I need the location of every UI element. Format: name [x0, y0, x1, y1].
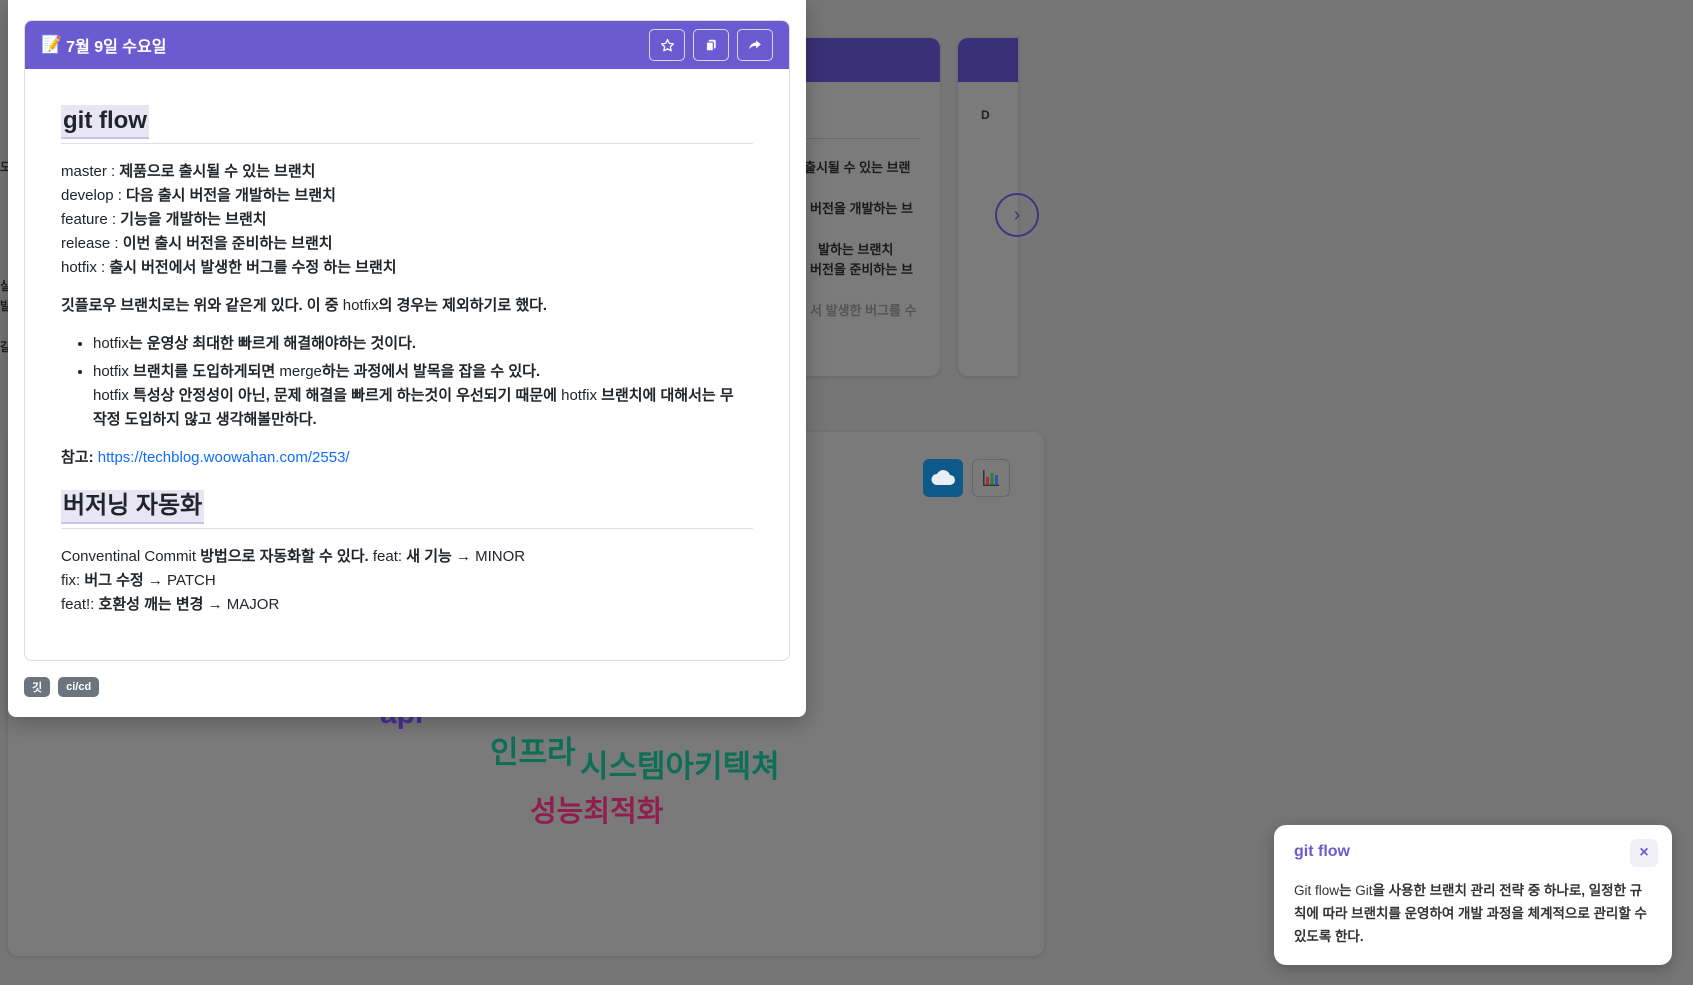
note-actions: [649, 29, 773, 61]
copy-icon: [705, 39, 716, 52]
divider: [800, 138, 920, 139]
branch-line: hotfix : 출시 버전에서 발생한 버그를 수정 하는 브랜치: [61, 259, 397, 276]
tag-badge[interactable]: 깃: [24, 677, 51, 697]
share-icon: [749, 40, 761, 50]
branch-line: master : 제품으로 출시될 수 있는 브랜치: [61, 163, 316, 180]
summary-paragraph: 깃플로우 브랜치로는 위와 같은게 있다. 이 중 hotfix의 경우는 제외…: [61, 297, 548, 314]
note-date: 7월 9일 수요일: [66, 39, 167, 56]
versioning-line: fix: 버그 수정 → PATCH: [61, 572, 216, 589]
background-snippet: 출시될 수 있는 브랜: [804, 160, 911, 175]
note-card: 📝 7월 9일 수요일 git flow master : 제품으로 출시될 수…: [24, 20, 790, 661]
reference-link[interactable]: https://techblog.woowahan.com/2553/: [98, 449, 350, 466]
share-button[interactable]: [737, 29, 773, 61]
note-title: 📝 7월 9일 수요일: [41, 33, 166, 57]
background-snippet: 버전을 준비하는 브: [810, 262, 913, 277]
versioning-line: feat!: 호환성 깨는 변경 → MAJOR: [61, 596, 280, 613]
word-cloud-term[interactable]: 시스템아키텍쳐: [580, 741, 780, 786]
copy-button[interactable]: [693, 29, 729, 61]
branch-list: master : 제품으로 출시될 수 있는 브랜치 develop : 다음 …: [61, 160, 753, 280]
note-header: 📝 7월 9일 수요일: [25, 21, 789, 69]
bullet-list: hotfix는 운영상 최대한 빠르게 해결해야하는 것이다. hotfix 브…: [61, 332, 753, 432]
branch-line: release : 이번 출시 버전을 준비하는 브랜치: [61, 235, 333, 252]
note-modal: 📝 7월 9일 수요일 git flow master : 제품으로 출시될 수…: [8, 0, 806, 717]
versioning-line: Conventinal Commit 방법으로 자동화할 수 있다. feat:…: [61, 548, 526, 565]
background-edge-letter: D: [981, 108, 990, 122]
branch-line: feature : 기능을 개발하는 브랜치: [61, 211, 267, 228]
word-cloud-term[interactable]: 성능최적화: [530, 788, 663, 830]
branch-line: develop : 다음 출시 버전을 개발하는 브랜치: [61, 187, 336, 204]
background-snippet: 발하는 브랜치: [818, 242, 894, 257]
background-card-header: [958, 38, 1018, 82]
tag-list: 깃 ci/cd: [24, 677, 100, 697]
favorite-button[interactable]: [649, 29, 685, 61]
definition-toast: git flow × Git flow는 Git을 사용한 브랜치 관리 전략 …: [1274, 825, 1672, 965]
word-cloud-term[interactable]: 인프라: [490, 727, 576, 772]
memo-icon: 📝: [41, 35, 63, 54]
tag-badge[interactable]: ci/cd: [58, 677, 100, 697]
background-snippet: 서 발생한 버그를 수: [810, 303, 917, 318]
heading-git-flow: git flow: [61, 105, 149, 139]
cloud-icon: [931, 470, 955, 485]
close-button[interactable]: ×: [1630, 839, 1658, 867]
divider: [61, 143, 753, 144]
heading-versioning: 버저닝 자동화: [61, 490, 205, 524]
close-icon: ×: [1639, 844, 1649, 861]
toast-title: git flow: [1294, 843, 1350, 860]
divider: [61, 528, 753, 529]
versioning-block: Conventinal Commit 방법으로 자동화할 수 있다. feat:…: [61, 545, 753, 617]
chevron-right-icon: ›: [1013, 203, 1021, 226]
star-icon: [660, 38, 674, 51]
background-snippet: 버전을 개발하는 브: [810, 201, 913, 216]
list-item: hotfix는 운영상 최대한 빠르게 해결해야하는 것이다.: [93, 332, 753, 356]
note-content: git flow master : 제품으로 출시될 수 있는 브랜치 deve…: [25, 69, 789, 617]
list-item: hotfix 브랜치를 도입하게되면 merge하는 과정에서 발목을 잡을 수…: [93, 360, 753, 432]
carousel-next-button[interactable]: ›: [995, 193, 1039, 237]
chart-view-button[interactable]: [972, 459, 1010, 497]
toast-body: Git flow는 Git을 사용한 브랜치 관리 전략 중 하나로, 일정한 …: [1294, 883, 1647, 944]
cloud-view-button[interactable]: [923, 459, 963, 497]
bar-chart-icon: [983, 470, 999, 486]
reference-line: 참고: https://techblog.woowahan.com/2553/: [61, 449, 350, 466]
